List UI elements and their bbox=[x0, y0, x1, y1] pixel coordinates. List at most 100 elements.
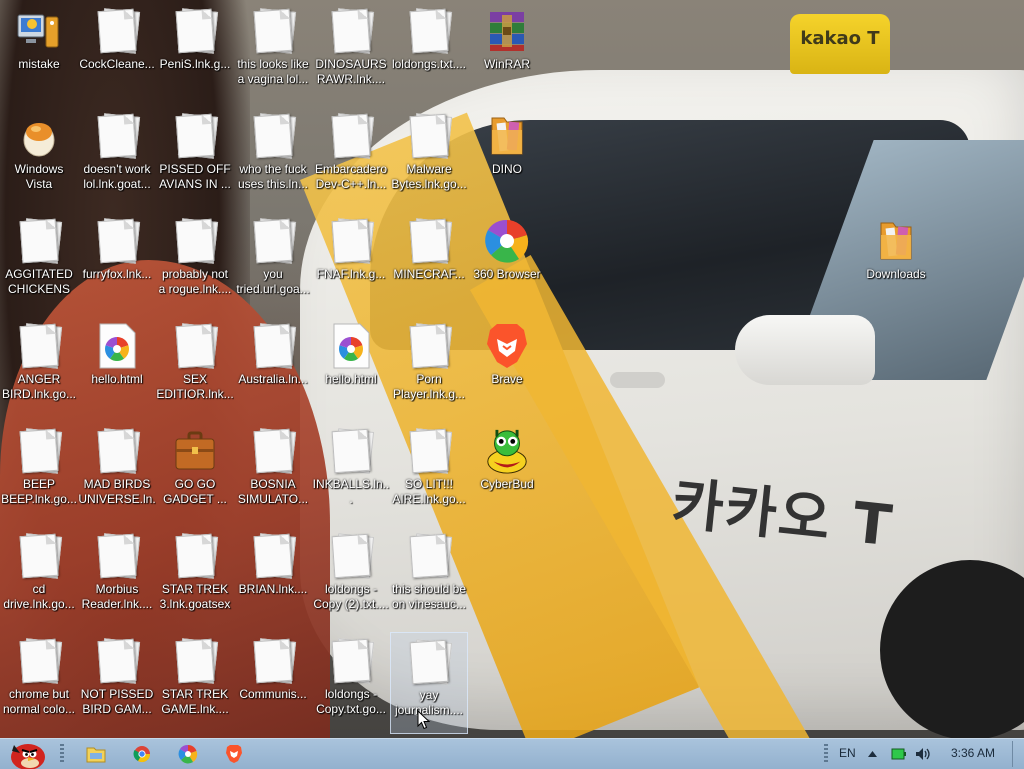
desktop-icon-label: GO GO GADGET ... bbox=[163, 477, 227, 506]
show-desktop-button[interactable] bbox=[1012, 741, 1023, 767]
icon-mad-birds-universe[interactable]: MAD BIRDS UNIVERSE.ln... bbox=[78, 422, 156, 524]
document-icon bbox=[93, 218, 141, 264]
icon-malware-bytes[interactable]: Malware Bytes.lnk.go... bbox=[390, 107, 468, 209]
icon-windows-vista[interactable]: Windows Vista bbox=[0, 107, 78, 209]
icon-this-should-be-vine[interactable]: this should be on vinesauc... bbox=[390, 527, 468, 629]
document-icon bbox=[15, 323, 63, 369]
desktop-icon-label: MAD BIRDS UNIVERSE.ln... bbox=[78, 477, 156, 506]
360-browser-icon bbox=[178, 744, 198, 764]
desktop-icon-label: STAR TREK GAME.lnk.... bbox=[161, 687, 229, 716]
icon-penis-lnk[interactable]: PeniS.lnk.g... bbox=[156, 2, 234, 104]
taskbar-explorer[interactable] bbox=[76, 739, 116, 769]
icon-probably-not-rogue[interactable]: probably not a rogue.lnk.... bbox=[156, 212, 234, 314]
icon-porn-player[interactable]: Porn Player.lnk.g... bbox=[390, 317, 468, 419]
icon-bosnia-simulator[interactable]: BOSNIA SIMULATO... bbox=[234, 422, 312, 524]
desktop-icon-label: loldongs - Copy (2).txt.... bbox=[313, 582, 389, 611]
language-indicator[interactable]: EN bbox=[839, 746, 856, 760]
icon-loldongs-txt[interactable]: loldongs.txt.... bbox=[390, 2, 468, 104]
taskbar-clock[interactable]: 3:36 AM bbox=[951, 746, 995, 760]
desktop-icon-label: DINOSAURS RAWR.lnk.... bbox=[315, 57, 387, 86]
taskbar-brave[interactable] bbox=[214, 739, 254, 769]
document-icon bbox=[93, 638, 141, 684]
icon-mistake[interactable]: mistake bbox=[0, 2, 78, 104]
document-icon bbox=[327, 638, 375, 684]
icon-brave[interactable]: Brave bbox=[468, 317, 546, 419]
battery-icon bbox=[891, 748, 906, 760]
document-icon bbox=[405, 428, 453, 474]
document-icon bbox=[249, 428, 297, 474]
icon-star-trek-game[interactable]: STAR TREK GAME.lnk.... bbox=[156, 632, 234, 734]
document-icon bbox=[405, 8, 453, 54]
icon-dino-folder[interactable]: DINO bbox=[468, 107, 546, 209]
desktop-icon-label: INKBALLS.ln... bbox=[312, 477, 390, 506]
icon-furryfox[interactable]: furryfox.lnk... bbox=[78, 212, 156, 314]
tray-overflow-button[interactable] bbox=[862, 739, 882, 769]
icon-who-the-fuck[interactable]: who the fuck uses this.ln... bbox=[234, 107, 312, 209]
desktop-icon-label: probably not a rogue.lnk.... bbox=[158, 267, 232, 296]
desktop-icon-label: MINECRAF... bbox=[393, 267, 465, 281]
icon-winrar[interactable]: WinRAR bbox=[468, 2, 546, 104]
icon-cockcleaner[interactable]: CockCleane... bbox=[78, 2, 156, 104]
desktop-icon-label: BEEP BEEP.lnk.go... bbox=[1, 477, 77, 506]
icon-not-pissed-bird[interactable]: NOT PISSED BIRD GAM... bbox=[78, 632, 156, 734]
desktop-icon-label: STAR TREK 3.lnk.goatsex bbox=[159, 582, 231, 611]
icon-beep-beep[interactable]: BEEP BEEP.lnk.go... bbox=[0, 422, 78, 524]
icon-brian[interactable]: BRIAN.lnk.... bbox=[234, 527, 312, 629]
icon-embarcadero[interactable]: Embarcadero Dev-C++.ln... bbox=[312, 107, 390, 209]
icon-this-looks-like[interactable]: this looks like a vagina lol... bbox=[234, 2, 312, 104]
icon-fnaf[interactable]: FNAF.lnk.g... bbox=[312, 212, 390, 314]
desktop-icon-label: PISSED OFF AVIANS IN ... bbox=[159, 162, 231, 191]
desktop-icon-label: Porn Player.lnk.g... bbox=[392, 372, 466, 401]
tray-battery[interactable] bbox=[888, 739, 910, 769]
icon-communis[interactable]: Communis... bbox=[234, 632, 312, 734]
icon-loldongs-copy[interactable]: loldongs - Copy.txt.go... bbox=[312, 632, 390, 734]
desktop-icon-label: this should be on vinesauc... bbox=[391, 582, 467, 611]
document-icon bbox=[171, 8, 219, 54]
icon-morbius-reader[interactable]: Morbius Reader.lnk.... bbox=[78, 527, 156, 629]
icon-australia[interactable]: Australia.ln... bbox=[234, 317, 312, 419]
icon-hello-html-1[interactable]: hello.html bbox=[78, 317, 156, 419]
taskbar-chrome[interactable] bbox=[122, 739, 162, 769]
desktop-icon-label: hello.html bbox=[325, 372, 377, 386]
icon-cyberbud[interactable]: CyberBud bbox=[468, 422, 546, 524]
document-icon bbox=[93, 113, 141, 159]
icon-cd-drive[interactable]: cd drive.lnk.go... bbox=[0, 527, 78, 629]
icon-you-tried[interactable]: you tried.url.goa... bbox=[234, 212, 312, 314]
desktop-icon-label: ANGER BIRD.lnk.go... bbox=[1, 372, 77, 401]
tray-volume[interactable] bbox=[912, 739, 934, 769]
icon-360-browser[interactable]: 360 Browser bbox=[468, 212, 546, 314]
icon-dinosaurs-rawr[interactable]: DINOSAURS RAWR.lnk.... bbox=[312, 2, 390, 104]
desktop-icon-label: this looks like a vagina lol... bbox=[237, 57, 309, 86]
icon-so-lit-aire[interactable]: SO LIT!!! AIRE.lnk.go... bbox=[390, 422, 468, 524]
icon-downloads[interactable]: Downloads bbox=[857, 212, 935, 314]
brave-lion-icon bbox=[226, 745, 242, 763]
desktop-icon-label: SEX EDITIOR.lnk... bbox=[156, 372, 234, 401]
document-icon bbox=[327, 218, 375, 264]
icon-pissed-off-avians[interactable]: PISSED OFF AVIANS IN ... bbox=[156, 107, 234, 209]
desktop[interactable]: mistake CockCleane... PeniS.lnk.g... this l… bbox=[0, 0, 1024, 738]
icon-go-go-gadget[interactable]: GO GO GADGET ... bbox=[156, 422, 234, 524]
icon-inkballs[interactable]: INKBALLS.ln... bbox=[312, 422, 390, 524]
icon-anger-bird[interactable]: ANGER BIRD.lnk.go... bbox=[0, 317, 78, 419]
icon-sex-editior[interactable]: SEX EDITIOR.lnk... bbox=[156, 317, 234, 419]
icon-star-trek-3[interactable]: STAR TREK 3.lnk.goatsex bbox=[156, 527, 234, 629]
speaker-icon bbox=[916, 748, 930, 760]
desktop-icon-label: furryfox.lnk... bbox=[82, 267, 152, 281]
desktop-icon-label: CockCleane... bbox=[79, 57, 155, 71]
cyberbud-icon bbox=[483, 428, 531, 474]
document-icon bbox=[327, 533, 375, 579]
start-button[interactable] bbox=[2, 739, 50, 769]
taskbar-gripper[interactable] bbox=[824, 744, 828, 764]
icon-hello-html-2[interactable]: hello.html bbox=[312, 317, 390, 419]
icon-doesnt-work[interactable]: doesn't work lol.lnk.goat... bbox=[78, 107, 156, 209]
document-icon bbox=[15, 218, 63, 264]
icon-loldongs-copy-2[interactable]: loldongs - Copy (2).txt.... bbox=[312, 527, 390, 629]
desktop-icon-label: mistake bbox=[18, 57, 60, 71]
icon-aggitated-chickens[interactable]: AGGITATED CHICKENS I... bbox=[0, 212, 78, 314]
desktop-icon-label: 360 Browser bbox=[473, 267, 541, 281]
icon-minecraft[interactable]: MINECRAF... bbox=[390, 212, 468, 314]
taskbar-360-browser[interactable] bbox=[168, 739, 208, 769]
taskbar-gripper[interactable] bbox=[60, 744, 64, 764]
taskbar: EN 3:36 AM bbox=[0, 738, 1024, 769]
icon-chrome-but-normal[interactable]: chrome but normal colo... bbox=[0, 632, 78, 734]
